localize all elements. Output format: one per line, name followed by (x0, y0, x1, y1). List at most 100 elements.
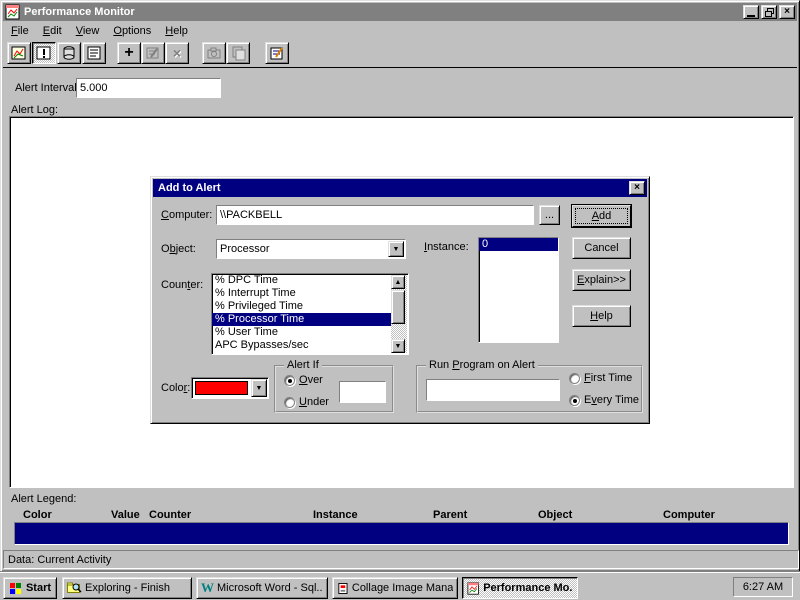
windows-logo-icon (9, 582, 23, 595)
every-time-option[interactable]: Every Time (569, 394, 639, 406)
list-item[interactable]: % DPC Time (212, 274, 392, 287)
alert-if-value-frame (339, 381, 386, 403)
modify-counter-icon (145, 45, 161, 61)
dialog-title: Add to Alert (158, 182, 221, 194)
instance-listbox[interactable]: 0 (478, 237, 559, 343)
alert-view-button[interactable] (32, 42, 56, 64)
alert-legend-list[interactable] (14, 522, 789, 545)
start-button[interactable]: Start (3, 577, 57, 599)
legend-col-parent: Parent (433, 509, 467, 521)
computer-field-frame (216, 205, 534, 225)
object-dropdown-button[interactable]: ▼ (388, 241, 404, 257)
radio-icon (284, 375, 295, 386)
alert-if-group: Alert If Over Under (274, 365, 394, 413)
perfmon-icon (467, 582, 480, 595)
options-button[interactable] (265, 42, 289, 64)
list-item[interactable]: % Interrupt Time (212, 287, 392, 300)
alert-legend-label: Alert Legend: (11, 493, 76, 505)
statusbar-text: Data: Current Activity (8, 554, 111, 566)
counter-listbox[interactable]: % DPC Time % Interrupt Time % Privileged… (211, 273, 409, 355)
list-item[interactable]: % Processor Time (212, 313, 392, 326)
run-program-group: Run Program on Alert First Time Every Ti… (416, 365, 643, 413)
color-label: Color: (161, 382, 190, 394)
report-view-button[interactable] (82, 42, 106, 64)
add-button[interactable]: Add (572, 205, 631, 227)
close-icon[interactable]: × (779, 5, 795, 19)
alert-if-value-input[interactable] (340, 382, 385, 402)
scroll-down-icon[interactable]: ▼ (391, 339, 405, 353)
color-combobox[interactable]: ▼ (191, 377, 269, 399)
restore-icon (765, 8, 774, 17)
alert-interval-label: Alert Interval: (15, 82, 80, 94)
menu-view[interactable]: View (69, 23, 107, 39)
first-time-option[interactable]: First Time (569, 372, 632, 384)
alert-interval-input[interactable] (77, 79, 220, 97)
add-to-alert-dialog: Add to Alert × Computer: ... Add Cancel … (150, 176, 650, 424)
alert-if-title: Alert If (284, 359, 322, 371)
dialog-titlebar[interactable]: Add to Alert × (153, 179, 647, 197)
task-word[interactable]: W Microsoft Word - Sql... (196, 577, 328, 599)
task-label: Exploring - Finish (85, 582, 170, 594)
help-button[interactable]: Help (572, 305, 631, 327)
computer-input[interactable] (217, 206, 533, 224)
alert-if-over-option[interactable]: Over (284, 374, 323, 386)
instance-label: Instance: (424, 241, 469, 253)
list-item[interactable]: APC Bypasses/sec (212, 339, 392, 352)
add-counter-button[interactable]: + (117, 42, 141, 64)
taskbar: Start Exploring - Finish W Microsoft Wor… (0, 572, 800, 600)
scroll-up-icon[interactable]: ▲ (391, 275, 405, 289)
every-time-label: Every Time (584, 394, 639, 406)
radio-icon (284, 397, 295, 408)
log-view-button[interactable] (57, 42, 81, 64)
task-exploring[interactable]: Exploring - Finish (62, 577, 192, 599)
first-time-label: First Time (584, 372, 632, 384)
browse-button[interactable]: ... (539, 205, 560, 225)
collage-icon (337, 582, 349, 595)
app-titlebar[interactable]: Performance Monitor × (3, 3, 797, 21)
list-item[interactable]: % User Time (212, 326, 392, 339)
task-label: Microsoft Word - Sql... (217, 582, 323, 594)
menubar: File Edit View Options Help (3, 22, 797, 40)
start-label: Start (26, 582, 51, 594)
counter-label: Counter: (161, 279, 203, 291)
restore-button[interactable] (761, 5, 777, 19)
legend-col-color: Color (23, 509, 52, 521)
run-program-input[interactable] (427, 380, 559, 400)
object-value: Processor (217, 240, 405, 258)
color-swatch (195, 381, 248, 395)
object-label: Object: (161, 243, 196, 255)
menu-options[interactable]: Options (106, 23, 158, 39)
alert-log-label: Alert Log: (11, 104, 58, 116)
scrollbar-thumb[interactable] (391, 290, 405, 324)
menu-file[interactable]: File (4, 23, 36, 39)
toolbar-divider (3, 67, 797, 68)
menu-edit[interactable]: Edit (36, 23, 69, 39)
counter-scrollbar[interactable]: ▲ ▼ (391, 275, 407, 353)
menu-help[interactable]: Help (158, 23, 195, 39)
update-data-button[interactable] (202, 42, 226, 64)
task-collage[interactable]: Collage Image Mana... (332, 577, 458, 599)
minimize-button[interactable] (743, 5, 759, 19)
task-perfmon[interactable]: Performance Mo... (462, 577, 578, 599)
app-icon (5, 4, 21, 20)
computer-label: Computer: (161, 209, 212, 221)
legend-col-object: Object (538, 509, 572, 521)
explain-button[interactable]: Explain>> (572, 269, 631, 291)
delete-counter-icon: × (173, 45, 181, 61)
chart-view-button[interactable] (7, 42, 31, 64)
dialog-close-icon[interactable]: × (629, 181, 645, 195)
cancel-button[interactable]: Cancel (572, 237, 631, 259)
object-combobox[interactable]: Processor ▼ (216, 239, 406, 259)
list-item[interactable]: 0 (479, 238, 558, 251)
chevron-down-icon: ▼ (393, 246, 400, 253)
alert-if-under-option[interactable]: Under (284, 396, 329, 408)
explorer-icon (67, 582, 82, 594)
modify-counter-button[interactable] (141, 42, 165, 64)
list-item[interactable]: % Privileged Time (212, 300, 392, 313)
delete-counter-button[interactable]: × (165, 42, 189, 64)
bookmark-button[interactable] (226, 42, 250, 64)
word-icon: W (201, 580, 214, 596)
under-label: Under (299, 396, 329, 408)
statusbar: Data: Current Activity (3, 550, 799, 569)
color-dropdown-button[interactable]: ▼ (251, 379, 267, 397)
